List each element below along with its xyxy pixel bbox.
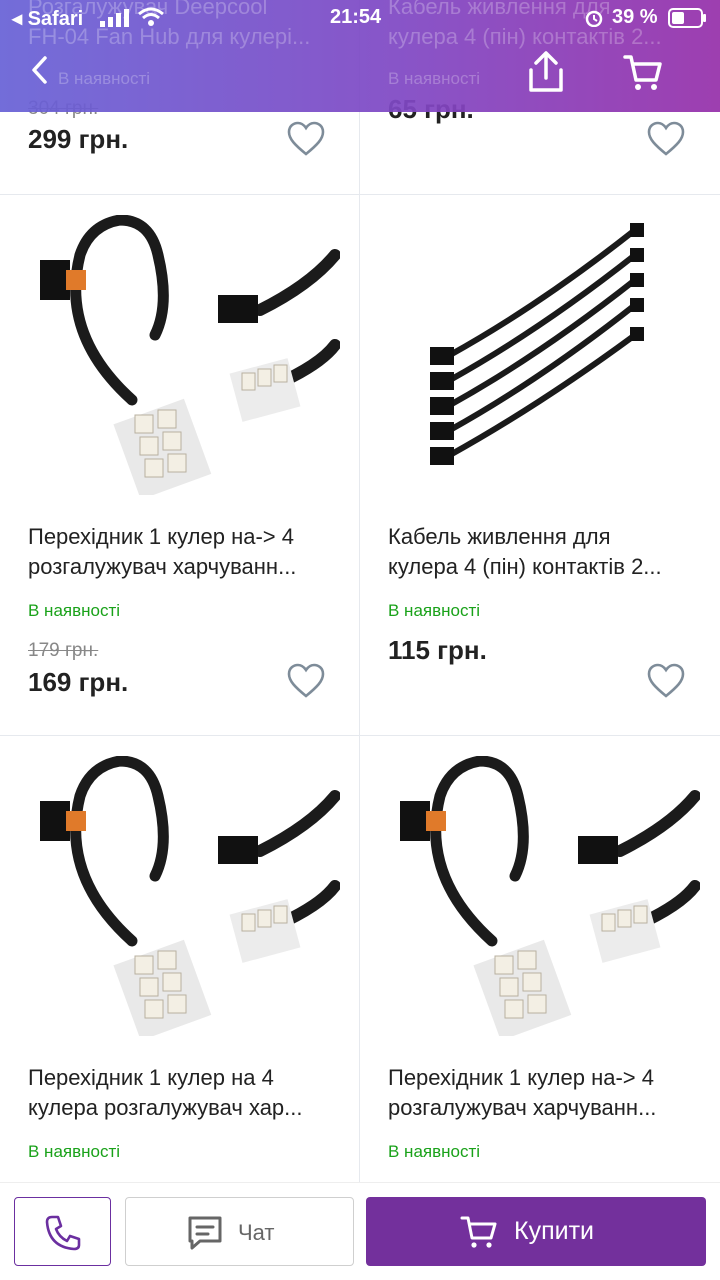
title-line: Перехідник 1 кулер на-> 4	[388, 1065, 654, 1090]
price: 169 грн.	[28, 667, 129, 697]
title-line: розгалужувач харчуванн...	[28, 554, 297, 579]
title-line: Перехідник 1 кулер на-> 4	[28, 524, 294, 549]
carrier-label: ◂ Safari	[12, 8, 84, 30]
back-icon[interactable]	[28, 54, 52, 86]
heart-icon[interactable]	[287, 121, 325, 157]
price: 299 грн.	[28, 124, 129, 154]
product-card[interactable]: Перехідник 1 кулер на-> 4 розгалужувач х…	[0, 195, 359, 735]
top-header: Розгалужувач Deepcool FH-04 Fan Hub для …	[0, 0, 720, 112]
stock-status: В наявності	[58, 69, 151, 88]
product-image[interactable]	[380, 756, 700, 1036]
cart-icon	[460, 1216, 497, 1248]
stock-status: В наявності	[28, 1142, 121, 1161]
product-image[interactable]	[380, 215, 700, 495]
battery-percent: 39 %	[612, 6, 658, 28]
buy-label: Купити	[514, 1217, 594, 1245]
title-line: розгалужувач харчуванн...	[388, 1095, 657, 1120]
bottom-action-bar: Чат Купити	[0, 1182, 720, 1280]
product-title[interactable]: Кабель живлення для кулера 4 (пін) конта…	[388, 522, 699, 582]
product-image[interactable]	[20, 215, 340, 495]
chat-label: Чат	[238, 1220, 275, 1245]
product-title[interactable]: Перехідник 1 кулер на-> 4 розгалужувач х…	[388, 1063, 699, 1123]
alarm-icon	[585, 10, 603, 27]
battery-icon	[668, 8, 706, 28]
phone-icon	[45, 1215, 81, 1251]
heart-icon[interactable]	[287, 663, 325, 699]
title-line: кулера 4 (пін) контактів 2...	[388, 554, 662, 579]
product-image[interactable]	[20, 756, 340, 1036]
wifi-icon	[138, 7, 164, 26]
share-icon[interactable]	[525, 50, 567, 94]
product-card[interactable]: Перехідник 1 кулер на 4 кулера розгалужу…	[0, 736, 359, 1182]
heart-icon[interactable]	[647, 663, 685, 699]
stock-status: В наявності	[388, 1142, 481, 1161]
heart-icon[interactable]	[647, 121, 685, 157]
stock-status: В наявності	[388, 601, 481, 620]
buy-button[interactable]: Купити	[366, 1197, 706, 1266]
title-line: кулера розгалужувач хар...	[28, 1095, 303, 1120]
chat-button[interactable]: Чат	[125, 1197, 354, 1266]
chat-icon	[188, 1216, 222, 1250]
product-title[interactable]: Перехідник 1 кулер на-> 4 розгалужувач х…	[28, 522, 339, 582]
status-bar: ◂ Safari 21:54 39 %	[0, 0, 720, 38]
title-line: Кабель живлення для	[388, 524, 611, 549]
clock: 21:54	[330, 6, 382, 28]
product-card[interactable]: Перехідник 1 кулер на-> 4 розгалужувач х…	[360, 736, 719, 1182]
title-line: Перехідник 1 кулер на 4	[28, 1065, 274, 1090]
product-card[interactable]: Кабель живлення для кулера 4 (пін) конта…	[360, 195, 719, 735]
call-button[interactable]	[14, 1197, 111, 1266]
stock-status: В наявності	[28, 601, 121, 620]
old-price: 179 грн.	[28, 640, 99, 661]
signal-icon	[100, 9, 129, 27]
product-title[interactable]: Перехідник 1 кулер на 4 кулера розгалужу…	[28, 1063, 339, 1123]
price: 115 грн.	[388, 635, 487, 665]
cart-icon[interactable]	[622, 52, 664, 94]
